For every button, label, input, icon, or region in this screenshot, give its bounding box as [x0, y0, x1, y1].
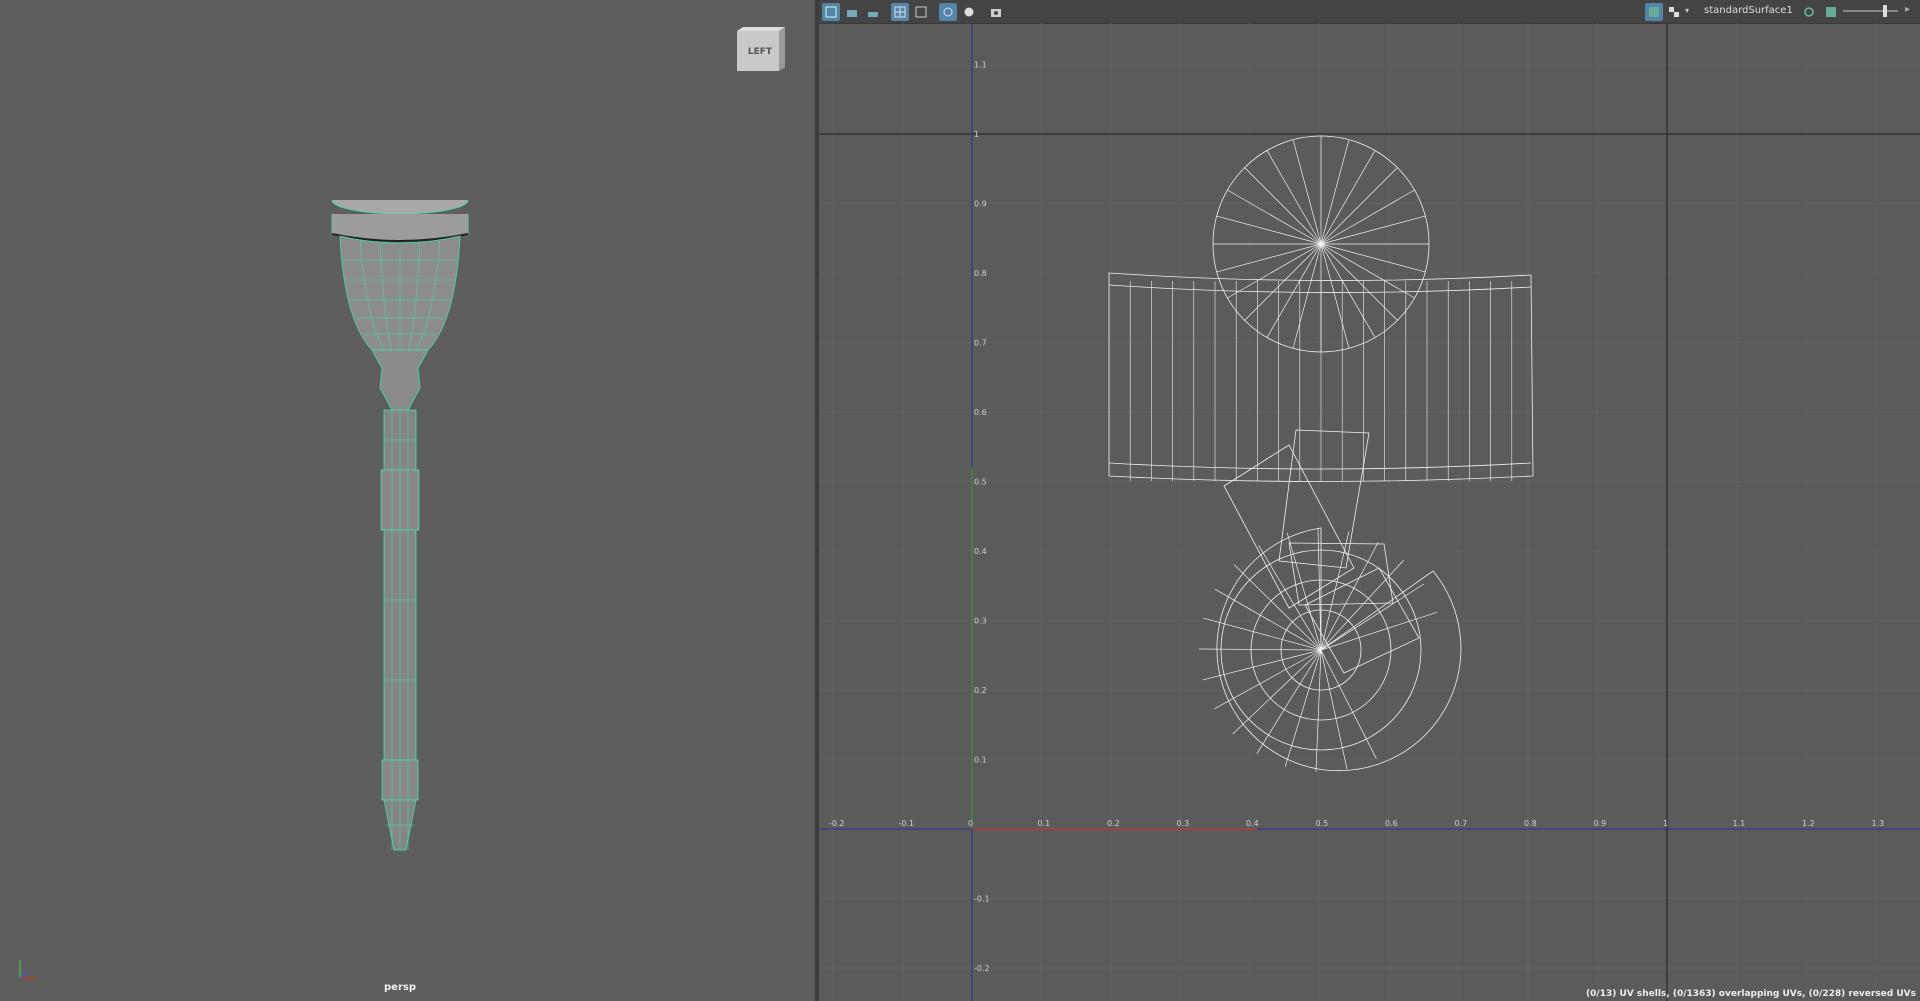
- x-tick-label: 0.9: [1594, 819, 1607, 828]
- axis-gizmo-icon: [19, 960, 36, 979]
- uv-toolbar: ▾ standardSurface1 ▸: [819, 0, 1920, 24]
- x-tick-label: 0.2: [1107, 819, 1120, 828]
- y-tick-label: 0.1: [974, 756, 987, 765]
- y-tick-label: 0.3: [974, 617, 987, 626]
- uv-select-icon[interactable]: [822, 2, 840, 21]
- y-tick-label: 1: [974, 130, 979, 139]
- snap-icon[interactable]: [939, 2, 957, 21]
- refresh-icon[interactable]: [1800, 3, 1818, 21]
- x-tick-label: 0.6: [1385, 819, 1398, 828]
- grid-icon[interactable]: [891, 2, 909, 21]
- exposure-slider[interactable]: [1843, 5, 1898, 17]
- x-tick-label: -0.2: [829, 819, 845, 828]
- x-tick-label: 1.2: [1802, 819, 1815, 828]
- x-tick-label: 0.5: [1316, 819, 1329, 828]
- uv-scale-icon[interactable]: [864, 3, 882, 21]
- y-tick-label: 0.5: [974, 478, 987, 487]
- sphere-icon[interactable]: [960, 3, 978, 21]
- mouthpiece-model[interactable]: [300, 200, 500, 860]
- y-tick-label: 0.8: [974, 269, 987, 278]
- x-tick-label: 1.3: [1872, 819, 1885, 828]
- y-tick-label: 0.4: [974, 547, 987, 556]
- y-tick-label: 0.6: [974, 408, 987, 417]
- x-tick-label: 0: [968, 819, 973, 828]
- uv-editor[interactable]: ▾ standardSurface1 ▸ -0.2 -0.1 0 0.1 0.2 0.3 0…: [819, 0, 1920, 1001]
- shader-name[interactable]: standardSurface1: [1704, 5, 1793, 16]
- y-tick-label: 0.2: [974, 686, 987, 695]
- perspective-viewport[interactable]: LEFT persp: [0, 0, 815, 1001]
- x-tick-label: 0.8: [1524, 819, 1537, 828]
- view-cube-label: LEFT: [747, 47, 773, 57]
- x-tick-label: 0.4: [1246, 819, 1259, 828]
- uv-grid[interactable]: -0.2 -0.1 0 0.1 0.2 0.3 0.4 0.5 0.6 0.7 0.8 0.9 1 1.1…: [819, 23, 1920, 1001]
- checker-display-icon[interactable]: [1645, 2, 1663, 21]
- y-tick-label: 1.1: [974, 61, 987, 70]
- y-tick-label: 0.9: [974, 200, 987, 209]
- x-tick-label: 1.1: [1733, 819, 1746, 828]
- x-tick-label: -0.1: [899, 819, 915, 828]
- camera-name-label: persp: [384, 982, 416, 993]
- y-tick-label: -0.1: [974, 895, 990, 904]
- x-tick-label: 0.1: [1038, 819, 1051, 828]
- x-tick-label: 0.3: [1177, 819, 1190, 828]
- expand-icon[interactable]: ▸: [1905, 4, 1910, 15]
- uv-shells: [1108, 135, 1534, 772]
- y-tick-label: -0.2: [974, 964, 990, 973]
- texture-icon[interactable]: [1822, 3, 1840, 21]
- uv-status-line: (0/13) UV shells, (0/1363) overlapping U…: [1586, 989, 1916, 999]
- shader-dropdown-arrow-icon[interactable]: ▾: [1685, 6, 1689, 15]
- y-tick-label: 0.7: [974, 339, 987, 348]
- x-tick-label: 1: [1663, 819, 1668, 828]
- screenshot-icon[interactable]: [987, 3, 1005, 21]
- view-cube[interactable]: LEFT: [737, 27, 785, 71]
- x-tick-label: 0.7: [1455, 819, 1468, 828]
- uv-move-icon[interactable]: [843, 3, 861, 21]
- checker-map-icon[interactable]: [1665, 3, 1683, 21]
- frame-icon[interactable]: [912, 3, 930, 21]
